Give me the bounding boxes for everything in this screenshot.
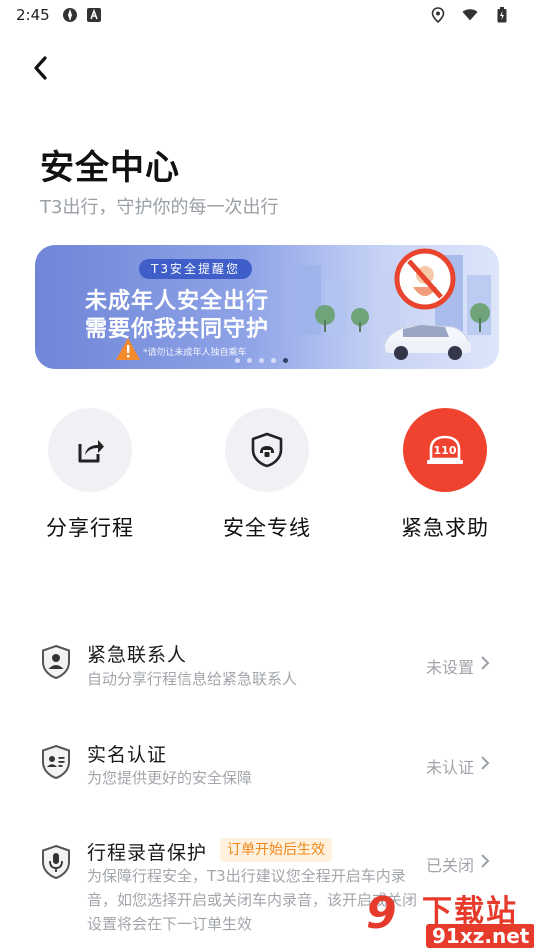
share-icon-circle xyxy=(48,408,132,492)
safety-banner[interactable]: T3安全提醒您 未成年人安全出行 需要你我共同守护 *请勿让未成年人独自乘车 xyxy=(35,245,499,369)
chevron-left-icon xyxy=(34,56,47,80)
app-notification-icon xyxy=(62,7,78,23)
svg-text:110: 110 xyxy=(434,444,457,457)
alarm-icon-circle: 110 xyxy=(403,408,487,492)
share-icon xyxy=(78,440,104,463)
alarm-110-icon: 110 xyxy=(427,435,463,464)
banner-pagination xyxy=(235,358,288,363)
city-car-illustration xyxy=(295,248,491,360)
back-button[interactable] xyxy=(22,50,58,86)
real-name-title: 实名认证 xyxy=(87,744,168,766)
emergency-help-label: 紧急求助 xyxy=(401,516,489,540)
share-trip-button[interactable]: 分享行程 xyxy=(10,408,170,542)
banner-headline-2: 需要你我共同守护 xyxy=(85,317,270,342)
a-notification-icon xyxy=(86,7,102,23)
warning-icon xyxy=(116,338,140,360)
status-bar: 2:45 xyxy=(0,0,534,30)
chevron-right-icon xyxy=(481,854,490,868)
page-dot xyxy=(247,358,252,363)
page-title: 安全中心 xyxy=(40,148,180,188)
contact-shield-icon xyxy=(42,644,70,680)
emergency-contact-desc: 自动分享行程信息给紧急联系人 xyxy=(87,670,298,688)
wifi-icon xyxy=(462,7,478,23)
page-dot xyxy=(235,358,240,363)
banner-tag: T3安全提醒您 xyxy=(139,259,252,279)
page-dot-active xyxy=(283,358,288,363)
status-time: 2:45 xyxy=(16,6,50,24)
watermark-url: 91xz.net xyxy=(426,924,534,948)
chevron-right-icon xyxy=(481,656,490,670)
share-trip-label: 分享行程 xyxy=(46,516,134,540)
page-subtitle: T3出行，守护你的每一次出行 xyxy=(40,197,279,218)
page-dot xyxy=(259,358,264,363)
effective-badge: 订单开始后生效 xyxy=(220,838,332,862)
id-card-shield-icon xyxy=(42,744,70,780)
emergency-contact-status: 未设置 xyxy=(425,658,474,677)
real-name-verification-row[interactable]: 实名认证 为您提供更好的安全保障 未认证 xyxy=(0,740,534,800)
chevron-right-icon xyxy=(481,756,490,770)
trip-recording-status: 已关闭 xyxy=(425,856,474,875)
real-name-status: 未认证 xyxy=(425,758,474,777)
emergency-contact-title: 紧急联系人 xyxy=(87,644,188,666)
emergency-help-button[interactable]: 110 紧急求助 xyxy=(365,408,525,542)
safety-hotline-button[interactable]: 安全专线 xyxy=(187,408,347,542)
page-dot xyxy=(271,358,276,363)
emergency-contact-row[interactable]: 紧急联系人 自动分享行程信息给紧急联系人 未设置 xyxy=(0,640,534,700)
location-icon xyxy=(430,7,446,23)
microphone-shield-icon xyxy=(42,844,70,880)
shield-phone-icon xyxy=(251,432,283,468)
watermark-logo: 9 xyxy=(366,888,397,939)
shield-phone-icon-circle xyxy=(225,408,309,492)
trip-recording-title: 行程录音保护 xyxy=(87,842,208,864)
site-watermark: 9 下载站 91xz.net xyxy=(362,884,534,950)
battery-icon xyxy=(494,7,510,23)
safety-hotline-label: 安全专线 xyxy=(223,516,311,540)
banner-note: *请勿让未成年人独自乘车 xyxy=(143,348,247,358)
real-name-desc: 为您提供更好的安全保障 xyxy=(87,769,253,787)
